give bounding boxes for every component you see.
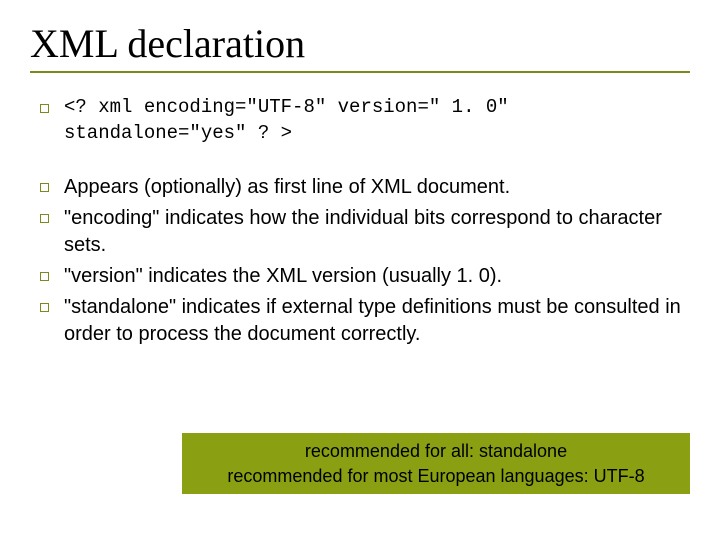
slide-title: XML declaration <box>30 20 690 67</box>
bullet-item: "standalone" indicates if external type … <box>36 294 690 348</box>
bullet-marker-icon <box>40 303 49 312</box>
spacer <box>30 150 690 174</box>
bullet-text: "standalone" indicates if external type … <box>64 296 681 345</box>
bullet-list: <? xml encoding="UTF-8" version=" 1. 0" … <box>36 95 690 146</box>
bullet-code-text: <? xml encoding="UTF-8" version=" 1. 0" … <box>64 96 509 144</box>
bullet-text: "version" indicates the XML version (usu… <box>64 265 502 287</box>
bullet-list-2: Appears (optionally) as first line of XM… <box>36 174 690 348</box>
bullet-item: Appears (optionally) as first line of XM… <box>36 174 690 201</box>
bullet-code: <? xml encoding="UTF-8" version=" 1. 0" … <box>36 95 690 146</box>
bullet-item: "version" indicates the XML version (usu… <box>36 263 690 290</box>
callout-line-1: recommended for all: standalone <box>196 439 676 463</box>
bullet-marker-icon <box>40 272 49 281</box>
bullet-text: "encoding" indicates how the individual … <box>64 207 662 256</box>
slide: XML declaration <? xml encoding="UTF-8" … <box>0 0 720 540</box>
bullet-marker-icon <box>40 104 49 113</box>
title-rule <box>30 71 690 73</box>
bullet-item: "encoding" indicates how the individual … <box>36 205 690 259</box>
bullet-marker-icon <box>40 183 49 192</box>
bullet-text: Appears (optionally) as first line of XM… <box>64 176 510 198</box>
callout-box: recommended for all: standalone recommen… <box>182 433 690 494</box>
bullet-marker-icon <box>40 214 49 223</box>
callout-line-2: recommended for most European languages:… <box>196 464 676 488</box>
